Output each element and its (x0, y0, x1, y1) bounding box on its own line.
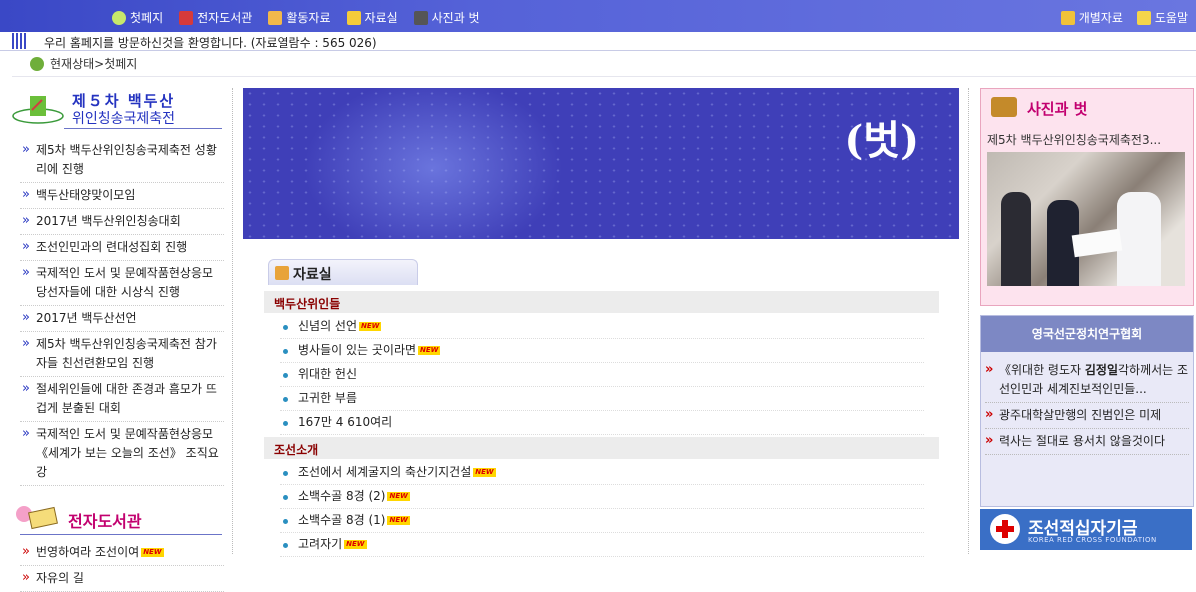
column-divider (232, 88, 233, 554)
pencil-icon (275, 266, 289, 280)
association-box: 영국선군정치연구협회 《위대한 령도자 김정일각하께서는 조선인민과 세계진보적… (980, 315, 1194, 507)
list-item[interactable]: 소백수골 8경 (1) NEW (280, 509, 924, 533)
list-item[interactable]: 고귀한 부름 (280, 387, 924, 411)
top-navigation-bar: 첫페지 전자도서관 활동자료 자료실 사진과 벗 개별자료 도움말 (0, 0, 1196, 32)
red-cross-icon (990, 514, 1020, 544)
nav-photos-friends[interactable]: 사진과 벗 (413, 9, 480, 26)
list-item[interactable]: 제5차 백두산위인칭송국제축전 성황리에 진행 (20, 138, 224, 183)
list-item[interactable]: 절세위인들에 대한 존경과 흠모가 뜨겁게 분출된 대회 (20, 377, 224, 422)
library-title: 전자도서관 (68, 512, 142, 531)
help-icon (1136, 10, 1151, 25)
library-list: 번영하여라 조선이여NEW 자유의 길 (12, 540, 224, 592)
list-item[interactable]: 2017년 백두산위인칭송대회 (20, 209, 224, 235)
list-item[interactable]: 신념의 선언 NEW (280, 315, 924, 339)
photo-figure (1117, 192, 1161, 286)
list-item[interactable]: 국제적인 도서 및 문예작품현상응모 《세계가 보는 오늘의 조선》 조직요강 (20, 422, 224, 486)
nav-e-library[interactable]: 전자도서관 (179, 9, 252, 26)
site-logo: (벗) (844, 117, 919, 164)
section1-list: 신념의 선언 NEW 병사들이 있는 곳이라면 NEW 위대한 헌신 고귀한 부름 … (280, 315, 924, 435)
new-badge: NEW (141, 548, 164, 557)
nav-archive[interactable]: 자료실 (346, 9, 398, 26)
festival-emblem-icon (12, 96, 64, 124)
red-cross-subtitle: KOREA RED CROSS FOUNDATION (1028, 536, 1157, 544)
section2-list: 조선에서 세계굴지의 축산기지건설 NEW 소백수골 8경 (2) NEW 소백수골… (280, 461, 924, 557)
book-icon (179, 10, 194, 25)
nav-home[interactable]: 첫페지 (112, 9, 163, 26)
list-item[interactable]: 167만 4 610여리 (280, 411, 924, 435)
welcome-bar: 우리 홈페지를 방문하신것을 환영합니다. (자료열람수 : 565 026) (0, 32, 1196, 51)
main-nav: 첫페지 전자도서관 활동자료 자료실 사진과 벗 (112, 9, 480, 26)
list-item[interactable]: 고려자기 NEW (280, 533, 924, 557)
nav-activity-materials[interactable]: 활동자료 (268, 9, 331, 26)
festival-header: 제５차 백두산 위인칭송국제축전 (12, 88, 224, 132)
photo-frame-icon (991, 97, 1017, 117)
secondary-nav: 개별자료 도움말 (1060, 9, 1188, 26)
new-badge: NEW (473, 468, 496, 477)
archive-tab-title: 자료실 (293, 267, 332, 283)
new-badge: NEW (418, 346, 441, 355)
list-item[interactable]: 력사는 절대로 용서치 않을것이다 (985, 429, 1189, 455)
list-item[interactable]: 백두산태양맞이모임 (20, 183, 224, 209)
banner-image: (벗) (243, 88, 959, 239)
pencil-icon (268, 10, 283, 25)
list-item[interactable]: 조선인민과의 련대성집회 진행 (20, 235, 224, 261)
breadcrumb-text: 현재상태>첫페지 (50, 57, 138, 71)
folder-icon (346, 10, 361, 25)
new-badge: NEW (344, 540, 367, 549)
new-badge: NEW (359, 322, 382, 331)
section-header-korea-intro[interactable]: 조선소개 (264, 437, 939, 459)
left-sidebar: 제５차 백두산 위인칭송국제축전 제5차 백두산위인칭송국제축전 성황리에 진행… (12, 88, 224, 592)
photo-figure (1001, 192, 1031, 286)
festival-list: 제5차 백두산위인칭송국제축전 성황리에 진행 백두산태양맞이모임 2017년 … (12, 138, 224, 486)
library-header: 전자도서관 (12, 500, 224, 536)
list-item[interactable]: 병사들이 있는 곳이라면 NEW (280, 339, 924, 363)
new-badge: NEW (387, 492, 410, 501)
list-item[interactable]: 소백수골 8경 (2) NEW (280, 485, 924, 509)
photo-thumbnail[interactable] (987, 152, 1185, 286)
photo-figure (1071, 228, 1123, 258)
list-item[interactable]: 제5차 백두산위인칭송국제축전 참가자들 친선련환모임 진행 (20, 332, 224, 377)
list-item[interactable]: 자유의 길 (20, 566, 224, 592)
column-divider (968, 88, 969, 554)
divider (20, 534, 222, 535)
globe-icon (30, 56, 44, 71)
list-item[interactable]: 위대한 헌신 (280, 363, 924, 387)
nav-help[interactable]: 도움말 (1136, 9, 1188, 26)
breadcrumb: 현재상태>첫페지 (30, 55, 137, 72)
list-item[interactable]: 조선에서 세계굴지의 축산기지건설 NEW (280, 461, 924, 485)
association-title[interactable]: 영국선군정치연구협회 (981, 316, 1193, 352)
photo-box-title[interactable]: 사진과 벗 (1027, 98, 1087, 119)
list-item[interactable]: 국제적인 도서 및 문예작품현상응모 당선자들에 대한 시상식 진행 (20, 261, 224, 306)
section-header-paektu[interactable]: 백두산위인들 (264, 291, 939, 313)
photo-caption[interactable]: 제5차 백두산위인칭송국제축전3... (987, 131, 1161, 148)
stripe-decoration (12, 33, 26, 49)
photo-box: 사진과 벗 제5차 백두산위인칭송국제축전3... (980, 88, 1194, 306)
list-item[interactable]: 광주대학살만행의 진범인은 미제 (985, 403, 1189, 429)
divider (12, 76, 1196, 77)
archive-tab[interactable]: 자료실 (268, 259, 418, 285)
home-icon (112, 10, 126, 25)
festival-title-line2: 위인칭송국제축전 (72, 111, 176, 127)
red-cross-banner[interactable]: 조선적십자기금 KOREA RED CROSS FOUNDATION (980, 509, 1192, 550)
list-item[interactable]: 2017년 백두산선언 (20, 306, 224, 332)
new-badge: NEW (387, 516, 410, 525)
camera-icon (413, 10, 428, 25)
nav-individual-materials[interactable]: 개별자료 (1060, 9, 1123, 26)
list-item[interactable]: 번영하여라 조선이여NEW (20, 540, 224, 566)
association-list: 《위대한 령도자 김정일각하께서는 조선인민과 세계진보적인민들... 광주대학… (985, 358, 1189, 455)
welcome-text: 우리 홈페지를 방문하신것을 환영합니다. (자료열람수 : 565 026) (44, 36, 377, 50)
book-flower-icon (16, 506, 58, 530)
divider (64, 128, 222, 129)
list-item[interactable]: 《위대한 령도자 김정일각하께서는 조선인민과 세계진보적인민들... (985, 358, 1189, 403)
note-icon (1060, 10, 1075, 25)
